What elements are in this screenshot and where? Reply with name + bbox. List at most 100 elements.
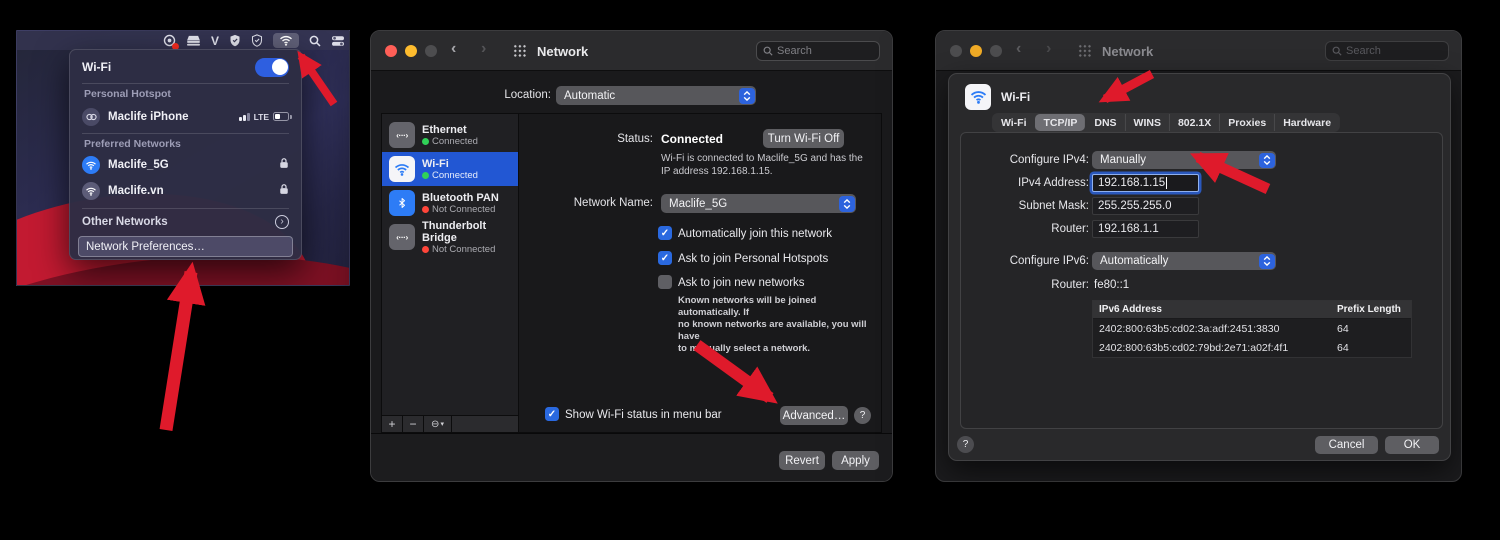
sidebar-item-thunderbolt-bridge[interactable]: ‹···› Thunderbolt Bridge Not Connected	[382, 220, 518, 254]
ok-button[interactable]: OK	[1385, 436, 1439, 454]
network-item-maclife-5g[interactable]: Maclife_5G	[70, 152, 301, 178]
menu-divider	[82, 133, 289, 134]
dropdown-stepper-icon	[1259, 254, 1275, 269]
other-networks-label: Other Networks	[82, 216, 168, 228]
menu-divider	[82, 83, 289, 84]
close-button[interactable]	[950, 45, 962, 57]
help-button[interactable]: ?	[957, 436, 974, 453]
sidebar-item-ethernet[interactable]: ‹···› Ethernet Connected	[382, 118, 518, 152]
location-dropdown[interactable]: Automatic	[556, 86, 756, 105]
disk-icon[interactable]	[186, 33, 201, 48]
network-window: ‹ › Network Search Location: Automatic ‹…	[370, 30, 893, 482]
checkbox-show-wifi-status[interactable]: ✓	[545, 407, 559, 421]
header-ipv6-address: IPv6 Address	[1093, 304, 1335, 315]
wifi-service-icon	[965, 84, 991, 110]
advanced-button[interactable]: Advanced…	[780, 406, 848, 425]
ethernet-icon: ‹···›	[389, 122, 415, 148]
tab-wifi[interactable]: Wi-Fi	[993, 114, 1035, 131]
shield-outline-icon[interactable]	[251, 33, 263, 48]
hotspot-item[interactable]: Maclife iPhone LTE	[70, 103, 301, 130]
show-all-grid-icon[interactable]	[513, 44, 527, 58]
wifi-menu-title: Wi-Fi	[82, 60, 111, 74]
configure-ipv4-dropdown[interactable]: Manually	[1092, 151, 1276, 169]
service-name: Wi-Fi	[422, 158, 478, 170]
sidebar-item-bluetooth-pan[interactable]: Bluetooth PAN Not Connected	[382, 186, 518, 220]
close-button[interactable]	[385, 45, 397, 57]
status-dot-green	[422, 138, 429, 145]
configure-ipv6-dropdown[interactable]: Automatically	[1092, 252, 1276, 270]
checkbox-ask-new-label: Ask to join new networks	[678, 277, 805, 289]
personal-hotspot-header: Personal Hotspot	[84, 88, 171, 100]
action-menu-button[interactable]: ⊖▾	[424, 416, 452, 432]
network-item-maclife-vn[interactable]: Maclife.vn	[70, 178, 301, 204]
location-label: Location:	[419, 89, 551, 101]
service-status: Not Connected	[432, 204, 495, 215]
help-button[interactable]: ?	[854, 407, 871, 424]
apply-label: Apply	[841, 455, 870, 467]
action-menu-icon: ⊖	[431, 419, 439, 430]
bluetooth-icon	[389, 190, 415, 216]
checkbox-auto-join[interactable]: ✓	[658, 226, 672, 240]
search-field[interactable]: Search	[756, 41, 880, 61]
forward-icon[interactable]: ›	[481, 40, 486, 58]
table-row[interactable]: 2402:800:63b5:cd02:3a:adf:2451:3830 64	[1093, 319, 1411, 338]
tab-8021x[interactable]: 802.1X	[1169, 114, 1219, 131]
zoom-button[interactable]	[990, 45, 1002, 57]
remove-service-button[interactable]: −	[403, 416, 424, 432]
sidebar-toolbar: + − ⊖▾	[382, 415, 518, 432]
app-badge-icon[interactable]	[163, 33, 176, 48]
minimize-button[interactable]	[405, 45, 417, 57]
zoom-button[interactable]	[425, 45, 437, 57]
tab-tcpip[interactable]: TCP/IP	[1035, 114, 1086, 131]
configure-ipv4-label: Configure IPv4:	[961, 154, 1089, 166]
service-status: Connected	[432, 136, 478, 147]
network-name-dropdown[interactable]: Maclife_5G	[661, 194, 856, 213]
forward-icon[interactable]: ›	[1046, 40, 1051, 58]
advanced-window: ‹ › Network Search Wi-Fi Wi-Fi TCP/IP DN…	[935, 30, 1462, 482]
apply-button[interactable]: Apply	[832, 451, 879, 470]
other-networks-item[interactable]: Other Networks ›	[70, 211, 301, 233]
hotspot-icon	[82, 108, 100, 126]
shield-filled-icon[interactable]	[229, 33, 241, 48]
tab-wins[interactable]: WINS	[1125, 114, 1169, 131]
subnet-mask-value: 255.255.255.0	[1098, 200, 1172, 212]
search-icon[interactable]	[309, 33, 321, 48]
known-networks-note: Known networks will be joined automatica…	[678, 295, 881, 355]
sidebar-item-wifi[interactable]: Wi-Fi Connected	[382, 152, 518, 186]
add-service-button[interactable]: +	[382, 416, 403, 432]
tab-proxies[interactable]: Proxies	[1219, 114, 1274, 131]
checkbox-auto-join-label: Automatically join this network	[678, 228, 832, 240]
cancel-button[interactable]: Cancel	[1315, 436, 1378, 454]
tcpip-groupbox: Configure IPv4: Manually IPv4 Address: 1…	[960, 132, 1443, 429]
revert-button[interactable]: Revert	[779, 451, 825, 470]
router-field[interactable]: 192.168.1.1	[1092, 220, 1199, 238]
subnet-mask-field[interactable]: 255.255.255.0	[1092, 197, 1199, 215]
show-all-grid-icon[interactable]	[1078, 44, 1092, 58]
back-icon[interactable]: ‹	[1016, 40, 1021, 58]
configure-ipv4-value: Manually	[1100, 154, 1146, 166]
service-name: Wi-Fi	[1001, 90, 1030, 104]
turn-wifi-off-button[interactable]: Turn Wi-Fi Off	[763, 129, 844, 148]
network-preferences-item[interactable]: Network Preferences…	[78, 236, 293, 257]
network-preferences-label: Network Preferences…	[86, 241, 205, 253]
checkbox-ask-hotspots[interactable]: ✓	[658, 251, 672, 265]
wifi-detail-panel: Status: Connected Turn Wi-Fi Off Wi-Fi i…	[519, 113, 882, 433]
wifi-menu-icon[interactable]	[273, 33, 299, 48]
back-icon[interactable]: ‹	[451, 40, 456, 58]
advanced-label: Advanced…	[783, 410, 846, 422]
search-icon	[1332, 46, 1342, 56]
wifi-toggle[interactable]	[255, 58, 289, 77]
ipv6-address-cell: 2402:800:63b5:cd02:3a:adf:2451:3830	[1093, 323, 1335, 335]
tab-dns[interactable]: DNS	[1085, 114, 1124, 131]
network-name: Maclife.vn	[108, 185, 164, 197]
minimize-button[interactable]	[970, 45, 982, 57]
search-field[interactable]: Search	[1325, 41, 1449, 61]
tab-hardware[interactable]: Hardware	[1274, 114, 1339, 131]
v-app-icon[interactable]: V	[211, 33, 219, 48]
control-center-icon[interactable]	[331, 33, 345, 48]
table-row[interactable]: 2402:800:63b5:cd02:79bd:2e71:a02f:4f1 64	[1093, 338, 1411, 357]
checkbox-ask-hotspots-label: Ask to join Personal Hotspots	[678, 253, 828, 265]
checkbox-ask-new[interactable]	[658, 275, 672, 289]
wifi-inactive-icon	[82, 182, 100, 200]
ipv4-address-field[interactable]: 192.168.1.15	[1092, 174, 1199, 192]
